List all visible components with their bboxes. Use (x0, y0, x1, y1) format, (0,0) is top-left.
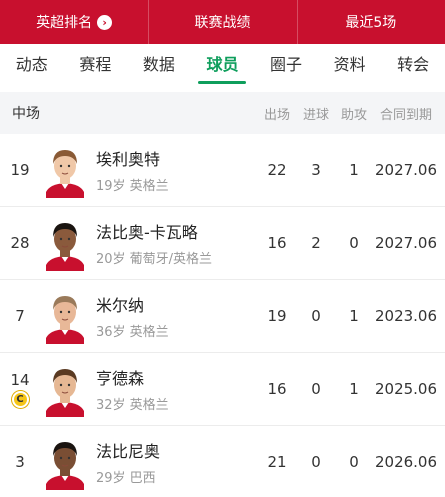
team-tab-bar: 动态 赛程 数据 球员 圈子 资料 转会 (0, 44, 445, 89)
player-name: 亨德森 (96, 369, 145, 388)
top-nav-bar: 英超排名 › 联赛战绩 最近5场 (0, 0, 445, 44)
tab-4[interactable]: 圈子 (264, 44, 308, 89)
player-avatar (44, 361, 86, 417)
stat-assists: 1 (349, 161, 359, 179)
col-contract: 合同到期 (379, 107, 432, 123)
stat-assists: 1 (349, 307, 359, 325)
position-title: 中场 (12, 106, 40, 122)
player-info: 法比尼奥 29岁 巴西 (96, 438, 257, 486)
player-name: 法比奥-卡瓦略 (96, 223, 198, 242)
player-row[interactable]: 7 米尔纳 36岁 英格兰 19 0 1 2023.06 (0, 280, 445, 353)
topbar-item-2[interactable]: 最近5场 (296, 0, 445, 44)
stat-contract: 2023.06 (374, 307, 438, 325)
player-avatar (44, 288, 86, 344)
player-name: 法比尼奥 (96, 442, 161, 461)
tab-0[interactable]: 动态 (10, 44, 54, 89)
stat-appearances: 16 (267, 234, 287, 252)
shirt-number-value: 3 (15, 453, 25, 471)
stat-assists: 1 (349, 380, 359, 398)
player-age-nationality: 20岁 葡萄牙/英格兰 (96, 252, 213, 267)
col-assists: 助攻 (340, 107, 367, 123)
stat-assists: 0 (349, 453, 359, 471)
col-goals: 进球 (302, 107, 329, 123)
tab-3[interactable]: 球员 (198, 44, 247, 89)
player-age-nationality: 19岁 英格兰 (96, 179, 169, 194)
stat-appearances: 16 (267, 380, 287, 398)
topbar-item-0[interactable]: 英超排名 › (0, 0, 148, 44)
stat-goals: 2 (311, 234, 321, 252)
player-info: 亨德森 32岁 英格兰 (96, 365, 257, 413)
stat-contract: 2025.06 (374, 380, 438, 398)
player-name: 埃利奥特 (96, 150, 161, 169)
col-appearances: 出场 (263, 107, 290, 123)
stat-goals: 0 (311, 307, 321, 325)
stat-appearances: 19 (267, 307, 287, 325)
shirt-number: 3 (0, 453, 40, 471)
shirt-number: 28 (0, 234, 40, 252)
shirt-number-value: 19 (10, 161, 30, 179)
shirt-number-value: 28 (10, 234, 30, 252)
player-avatar (44, 215, 86, 271)
player-info: 法比奥-卡瓦略 20岁 葡萄牙/英格兰 (96, 219, 257, 267)
player-info: 埃利奥特 19岁 英格兰 (96, 146, 257, 194)
player-info: 米尔纳 36岁 英格兰 (96, 292, 257, 340)
stat-appearances: 22 (267, 161, 287, 179)
stat-goals: 3 (311, 161, 321, 179)
player-row[interactable]: 28 法比奥-卡瓦略 20岁 葡萄牙/英格兰 16 2 0 2027.06 (0, 207, 445, 280)
stat-appearances: 21 (267, 453, 287, 471)
stat-assists: 0 (349, 234, 359, 252)
shirt-number: 14 C (0, 371, 40, 408)
player-row[interactable]: 14 C 亨德森 32岁 英格兰 16 0 1 2025.06 (0, 353, 445, 426)
stat-contract: 2026.06 (374, 453, 438, 471)
topbar-item-1[interactable]: 联赛战绩 (148, 0, 296, 44)
tab-1[interactable]: 赛程 (73, 44, 117, 89)
player-row[interactable]: 19 埃利奥特 19岁 英格兰 22 3 1 2027.06 (0, 134, 445, 207)
player-list: 19 埃利奥特 19岁 英格兰 22 3 1 2027.06 28 法比奥-卡瓦略 20岁 葡萄牙… (0, 134, 445, 497)
tab-6[interactable]: 转会 (391, 44, 435, 89)
stat-contract: 2027.06 (374, 234, 438, 252)
tab-5[interactable]: 资料 (328, 44, 372, 89)
shirt-number: 7 (0, 307, 40, 325)
player-age-nationality: 29岁 巴西 (96, 471, 156, 486)
section-header: 中场 出场 进球 助攻 合同到期 (0, 92, 445, 134)
captain-badge-icon: C (11, 390, 29, 408)
stat-goals: 0 (311, 380, 321, 398)
player-name: 米尔纳 (96, 296, 145, 315)
player-age-nationality: 36岁 英格兰 (96, 325, 169, 340)
player-avatar (44, 434, 86, 490)
topbar-item-label: 联赛战绩 (194, 15, 251, 31)
tab-2[interactable]: 数据 (137, 44, 181, 89)
shirt-number-value: 14 (10, 370, 30, 389)
player-row[interactable]: 3 法比尼奥 29岁 巴西 21 0 0 2026.06 (0, 426, 445, 497)
shirt-number-value: 7 (15, 307, 25, 325)
player-age-nationality: 32岁 英格兰 (96, 398, 169, 413)
chevron-right-icon: › (97, 14, 113, 30)
player-avatar (44, 142, 86, 198)
shirt-number: 19 (0, 161, 40, 179)
topbar-item-label: 英超排名 (36, 15, 93, 31)
stat-goals: 0 (311, 453, 321, 471)
topbar-item-label: 最近5场 (345, 15, 397, 31)
stat-contract: 2027.06 (374, 161, 438, 179)
